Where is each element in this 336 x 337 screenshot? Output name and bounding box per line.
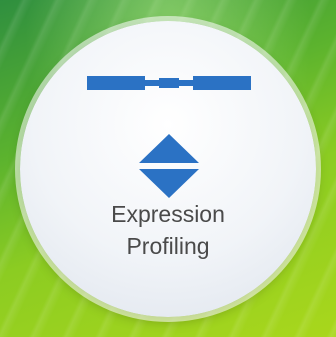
tile-label-line1: Expression xyxy=(111,201,225,227)
up-down-arrows-icon xyxy=(139,134,199,198)
gene-track-icon xyxy=(87,76,251,90)
tile-label-line2: Profiling xyxy=(126,233,210,259)
